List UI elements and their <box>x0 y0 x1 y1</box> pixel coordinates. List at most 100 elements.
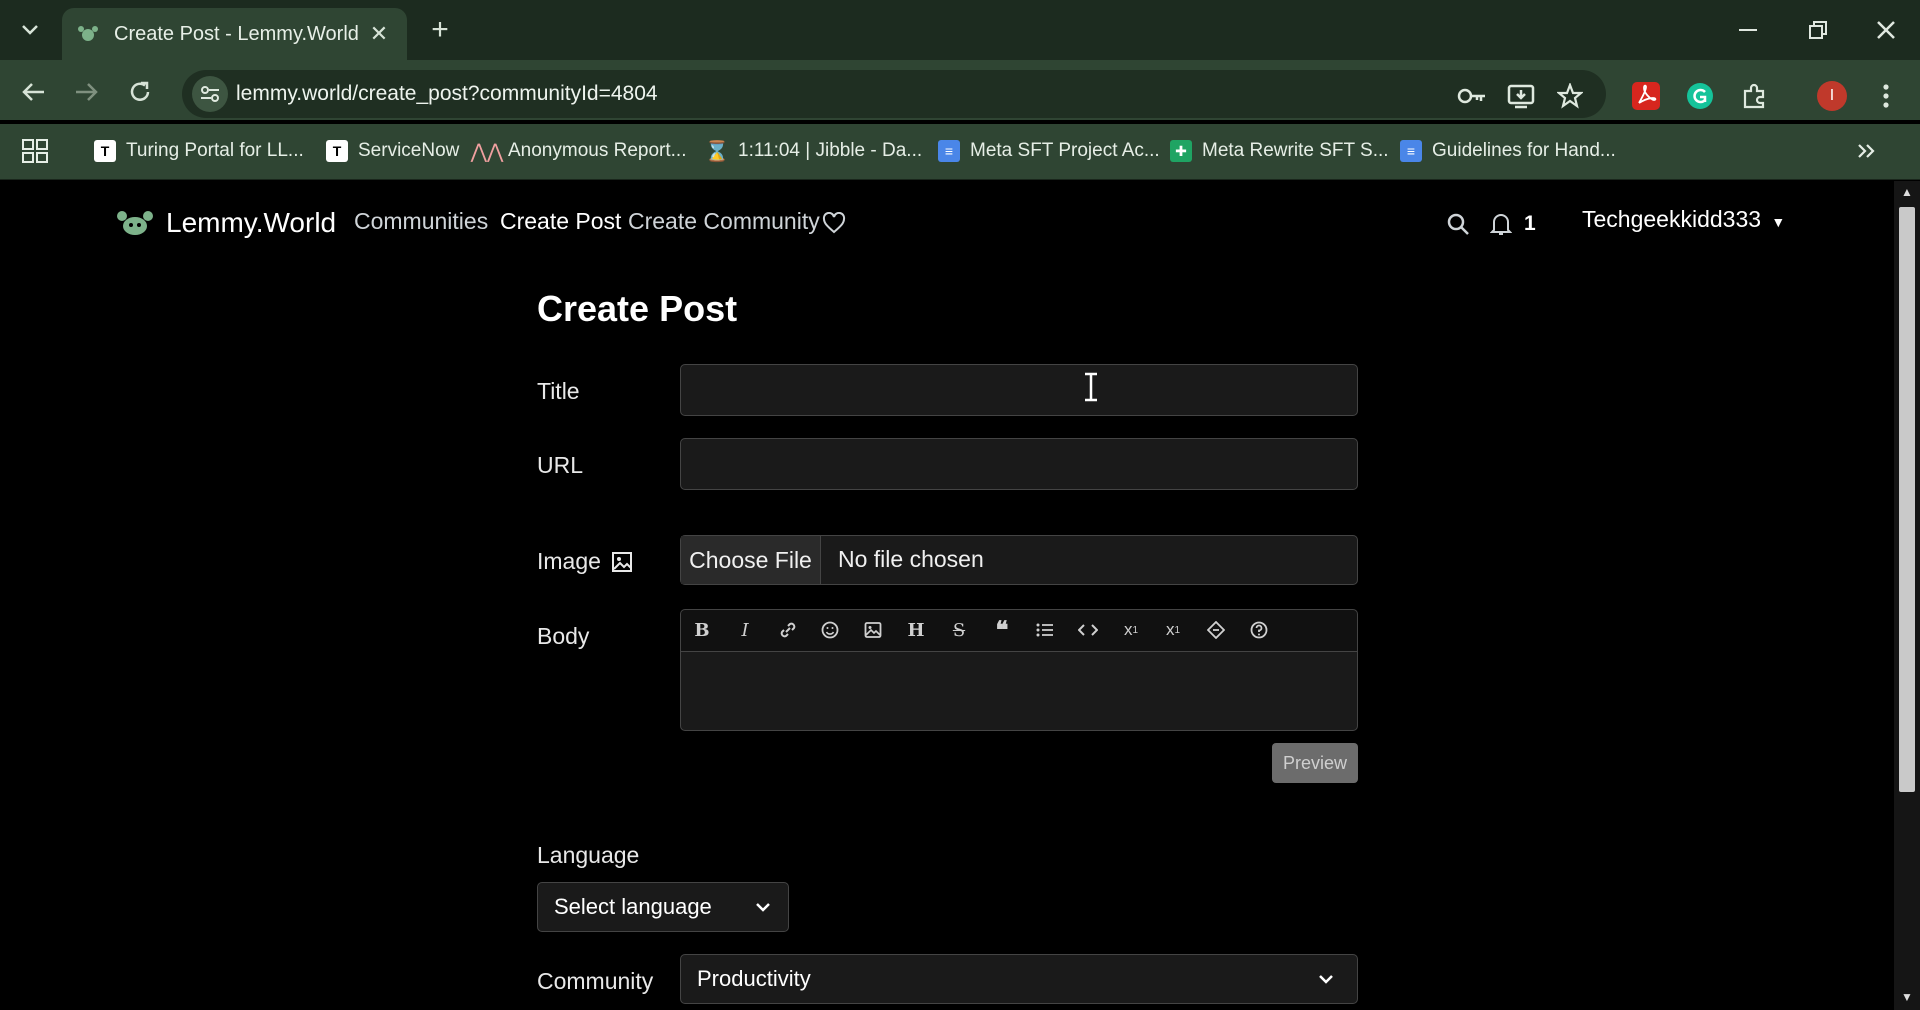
chevron-down-icon <box>1319 975 1333 984</box>
browser-tab-active[interactable]: Create Post - Lemmy.World ✕ <box>62 8 407 60</box>
back-button[interactable] <box>14 72 54 112</box>
more-bookmarks-icon[interactable] <box>1856 134 1876 168</box>
quote-icon[interactable]: ❝ <box>987 617 1017 644</box>
profile-initial: I <box>1817 81 1847 111</box>
emoji-icon[interactable] <box>815 617 845 643</box>
sheets-icon: ✚ <box>1170 140 1192 162</box>
language-selected-value: Select language <box>554 894 712 919</box>
reload-button[interactable] <box>120 72 160 112</box>
bookmark-jibble[interactable]: ⌛ 1:11:04 | Jibble - Da... <box>704 134 923 168</box>
site-brand-link[interactable]: Lemmy.World <box>116 205 336 241</box>
spoiler-icon[interactable] <box>1201 617 1231 643</box>
title-label: Title <box>537 378 580 404</box>
bookmark-meta-rewrite[interactable]: ✚ Meta Rewrite SFT S... <box>1170 134 1389 168</box>
profile-avatar[interactable]: I <box>1816 80 1848 112</box>
bookmark-label: Meta SFT Project Ac... <box>970 140 1160 161</box>
arrow-right-icon <box>76 83 98 101</box>
link-icon[interactable] <box>773 617 803 643</box>
superscript-icon[interactable]: x1 <box>1158 617 1188 643</box>
community-selected-value: Productivity <box>697 966 811 991</box>
grammarly-extension-icon[interactable] <box>1684 80 1716 112</box>
community-label: Community <box>537 968 654 994</box>
list-icon[interactable] <box>1030 617 1060 643</box>
url-label: URL <box>537 452 584 478</box>
nav-create-community[interactable]: Create Community <box>628 208 820 235</box>
language-label: Language <box>537 842 640 868</box>
acrobat-extension-icon[interactable] <box>1630 80 1662 112</box>
scrollbar-thumb[interactable] <box>1899 207 1915 792</box>
bold-icon[interactable]: B <box>687 617 717 643</box>
preview-button[interactable]: Preview <box>1272 743 1358 783</box>
bookmark-label: ServiceNow <box>358 140 460 161</box>
page-title: Create Post <box>537 288 738 329</box>
jibble-hourglass-icon: ⌛ <box>704 140 730 163</box>
bookmark-servicenow[interactable]: T ServiceNow <box>326 134 459 168</box>
header-icon[interactable]: H <box>901 617 931 643</box>
upload-image-icon[interactable] <box>858 617 888 643</box>
anonymous-report-icon: ⋀⋀ <box>470 140 504 163</box>
body-label: Body <box>537 623 590 649</box>
nav-communities[interactable]: Communities <box>354 208 488 235</box>
turing-icon: T <box>94 140 116 162</box>
lemmy-logo-icon <box>117 211 153 235</box>
bookmark-label: Anonymous Report... <box>508 140 687 161</box>
title-input[interactable] <box>680 364 1358 416</box>
community-select[interactable]: Productivity <box>680 954 1358 1004</box>
docs-icon: ≡ <box>1400 140 1422 162</box>
text-cursor-icon <box>1082 372 1100 402</box>
help-icon[interactable] <box>1244 617 1274 643</box>
bookmark-turing[interactable]: T Turing Portal for LL... <box>94 134 304 168</box>
restore-icon <box>1809 21 1827 39</box>
arrow-left-icon <box>22 83 44 101</box>
close-tab-icon[interactable]: ✕ <box>365 21 393 47</box>
notifications-button[interactable]: 1 <box>1490 210 1536 238</box>
apps-grid-icon[interactable] <box>22 134 48 168</box>
install-app-icon[interactable] <box>1505 80 1537 112</box>
image-icon <box>611 551 632 572</box>
bookmark-meta-sft[interactable]: ≡ Meta SFT Project Ac... <box>938 134 1160 168</box>
image-label-group: Image <box>537 548 633 575</box>
chevron-down-icon <box>22 25 38 35</box>
new-tab-button[interactable]: + <box>420 12 460 48</box>
servicenow-icon: T <box>326 140 348 162</box>
restore-button[interactable] <box>1788 8 1848 52</box>
bookmark-anonymous-report[interactable]: ⋀⋀ Anonymous Report... <box>470 134 687 168</box>
strikethrough-icon[interactable]: S <box>944 617 974 643</box>
bookmark-guidelines[interactable]: ≡ Guidelines for Hand... <box>1400 134 1616 168</box>
chevron-down-icon <box>756 903 770 912</box>
italic-icon[interactable]: I <box>730 617 760 643</box>
subscript-icon[interactable]: x1 <box>1116 617 1146 643</box>
url-input[interactable] <box>680 438 1358 490</box>
bookmark-label: 1:11:04 | Jibble - Da... <box>738 140 923 161</box>
bookmark-star-icon[interactable] <box>1554 80 1586 112</box>
scroll-up-arrow-icon[interactable]: ▲ <box>1898 185 1916 203</box>
bell-icon <box>1490 214 1512 235</box>
close-icon <box>1877 21 1895 39</box>
scroll-down-arrow-icon[interactable]: ▼ <box>1898 990 1916 1008</box>
docs-icon: ≡ <box>938 140 960 162</box>
notification-count-badge: 1 <box>1524 212 1536 235</box>
browser-menu-icon[interactable] <box>1870 80 1902 112</box>
close-window-button[interactable] <box>1856 8 1916 52</box>
heart-icon[interactable] <box>822 211 846 236</box>
minimize-button[interactable] <box>1718 8 1778 52</box>
file-status-text: No file chosen <box>838 546 984 572</box>
language-select[interactable]: Select language <box>537 882 789 932</box>
choose-file-button[interactable]: Choose File <box>681 536 821 584</box>
forward-button[interactable] <box>66 72 106 112</box>
site-brand-text: Lemmy.World <box>166 207 337 238</box>
code-icon[interactable] <box>1073 617 1103 643</box>
tab-search-button[interactable] <box>6 10 54 50</box>
site-info-icon[interactable] <box>192 76 228 112</box>
url-text: lemmy.world/create_post?communityId=4804 <box>236 82 658 105</box>
bookmark-label: Guidelines for Hand... <box>1432 140 1616 161</box>
password-key-icon[interactable] <box>1456 80 1488 112</box>
nav-create-post[interactable]: Create Post <box>500 208 621 235</box>
user-dropdown[interactable]: Techgeekkidd333 ▼ <box>1582 206 1785 233</box>
minimize-icon <box>1739 29 1757 31</box>
search-icon[interactable] <box>1446 212 1472 238</box>
extensions-puzzle-icon[interactable] <box>1738 80 1770 112</box>
username: Techgeekkidd333 <box>1582 206 1762 232</box>
address-bar[interactable]: lemmy.world/create_post?communityId=4804 <box>182 70 1606 118</box>
body-textarea[interactable] <box>680 651 1358 731</box>
